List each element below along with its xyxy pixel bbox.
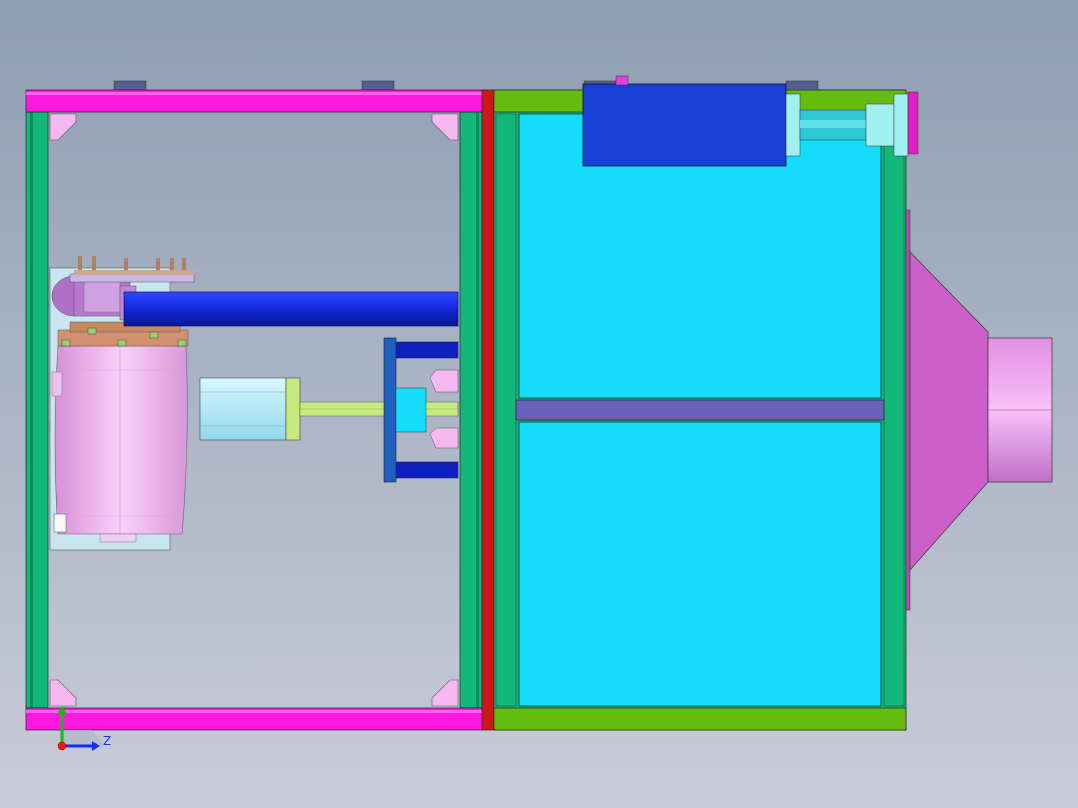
- cad-viewport[interactable]: Z: [0, 0, 1078, 808]
- coupling-plate: [893, 93, 909, 157]
- coupling-flange: [865, 103, 895, 147]
- flange-bolt: [149, 331, 159, 339]
- top-mount-tab: [113, 80, 147, 91]
- triad-z-label: Z: [103, 734, 111, 748]
- flange-bolt: [61, 339, 71, 347]
- right-housing[interactable]: [493, 75, 919, 731]
- flange-bolt: [117, 339, 127, 347]
- top-mount-tab: [785, 80, 819, 91]
- top-mount-tab: [361, 80, 395, 91]
- coupling-flange: [785, 93, 801, 157]
- flange-bolt: [177, 339, 187, 347]
- right-inner-post-right: [883, 113, 905, 707]
- triad-origin: [57, 741, 67, 751]
- center-crossbar: [515, 399, 885, 421]
- coupling-end-cap: [907, 91, 919, 155]
- motor-vent: [53, 513, 67, 533]
- bearing-block: [395, 387, 427, 433]
- left-outer-post: [25, 111, 49, 709]
- servo-flange: [285, 377, 301, 441]
- flange-bolt: [87, 327, 97, 335]
- assembly-drawing: Z: [0, 0, 1078, 808]
- center-divider[interactable]: [481, 89, 495, 731]
- linear-guide-plate: [383, 337, 397, 483]
- motor-terminal: [99, 533, 137, 543]
- pipe-top-plate: [69, 273, 195, 283]
- motor-body: [54, 345, 188, 535]
- lower-filter-panel: [518, 421, 882, 707]
- right-inner-post-left: [495, 113, 517, 707]
- motor-side-bracket: [51, 371, 63, 397]
- guide-rod-upper: [393, 341, 459, 359]
- hood-flange: [905, 209, 911, 611]
- control-box: [582, 83, 787, 167]
- guide-rod-lower: [393, 461, 459, 479]
- control-box-knob: [615, 75, 629, 86]
- bottom-beam-right: [493, 707, 907, 731]
- blue-air-pipe[interactable]: [123, 291, 459, 327]
- servo-body: [199, 377, 287, 441]
